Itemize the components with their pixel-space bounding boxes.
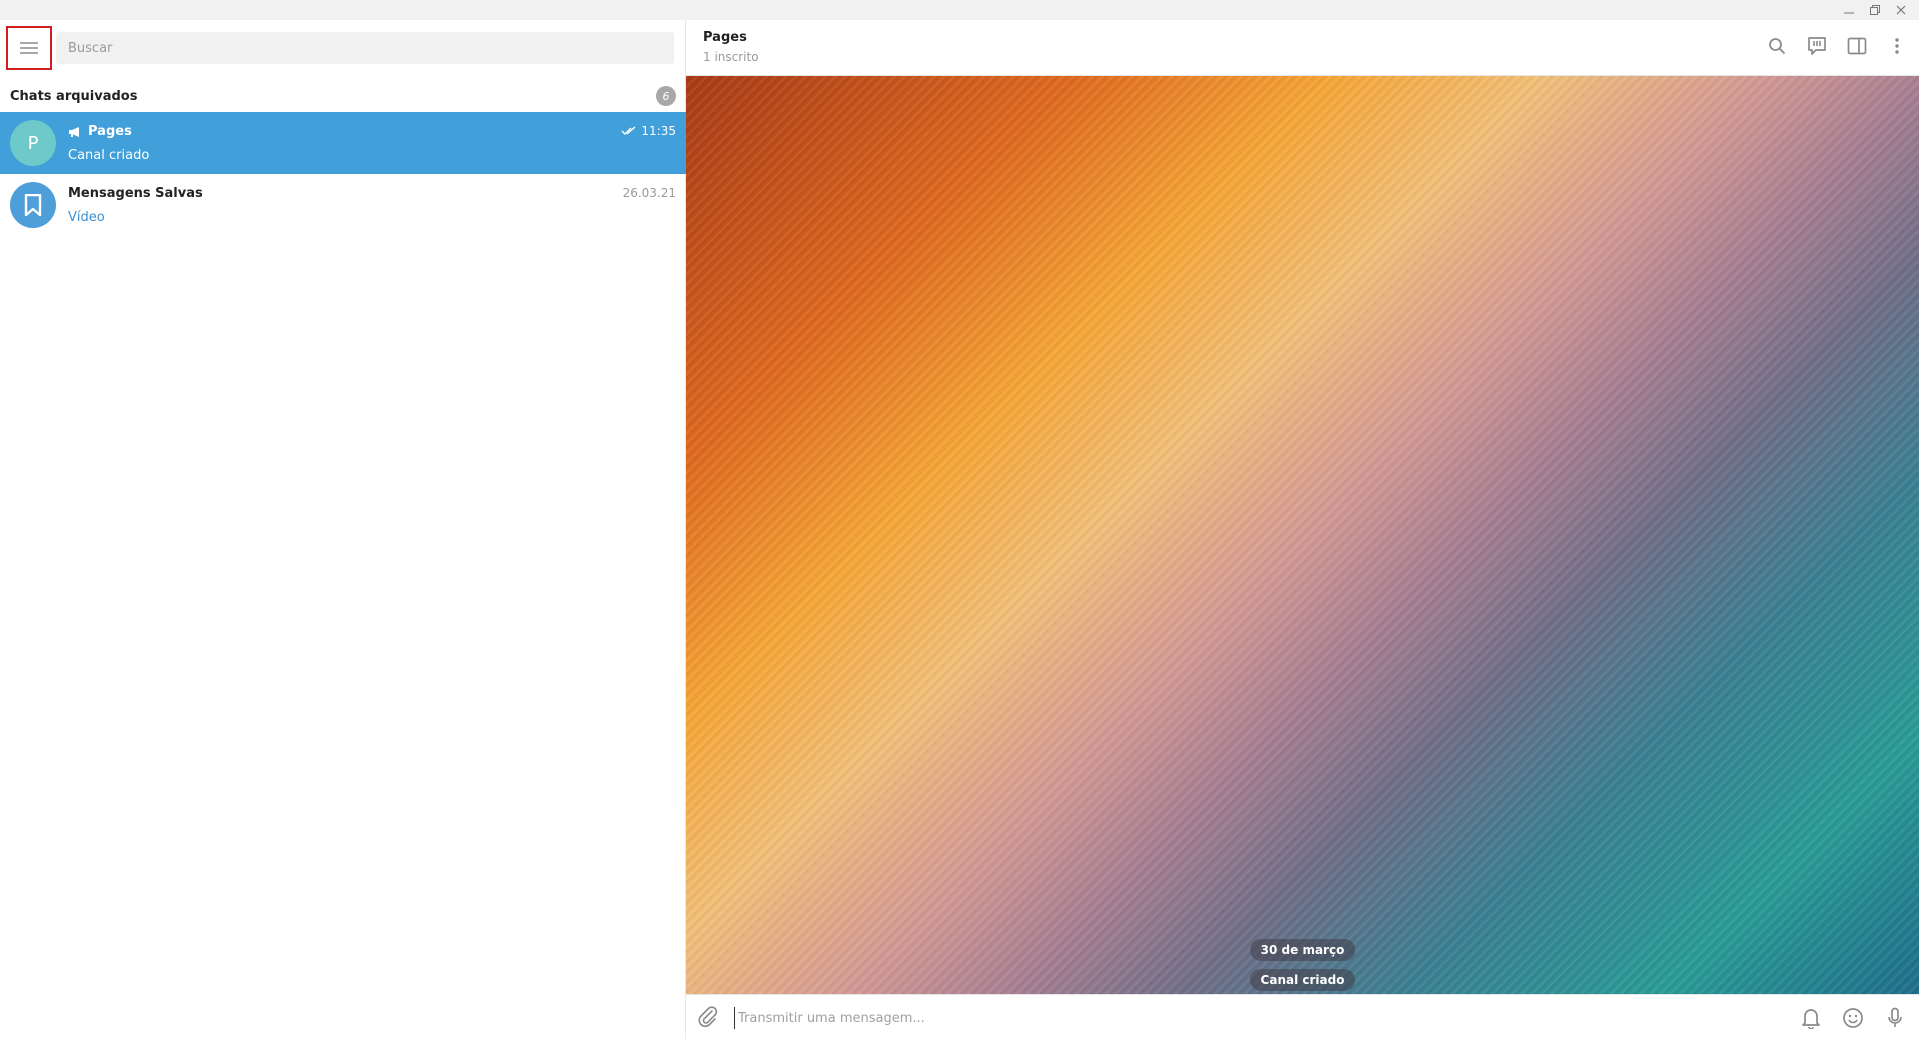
search-input[interactable]: Buscar xyxy=(56,32,674,64)
chat-header: Pages 1 inscrito xyxy=(686,20,1919,76)
attach-icon[interactable] xyxy=(696,1005,720,1029)
date-separator: 30 de março xyxy=(1249,939,1356,961)
notification-bell-icon[interactable] xyxy=(1797,1005,1825,1031)
message-composer xyxy=(686,994,1919,1039)
main-menu-button[interactable] xyxy=(6,26,52,70)
chat-preview: Vídeo xyxy=(68,210,105,225)
chat-item-pages[interactable]: P Pages Canal criado 11:35 xyxy=(0,112,686,174)
archived-chats-title: Chats arquivados xyxy=(10,88,138,104)
chat-name: Mensagens Salvas xyxy=(68,186,203,201)
microphone-icon[interactable] xyxy=(1881,1005,1909,1031)
double-check-icon xyxy=(621,126,636,135)
chat-wallpaper: 30 de março Canal criado xyxy=(686,76,1919,994)
restore-icon[interactable] xyxy=(1867,3,1883,17)
more-options-icon[interactable] xyxy=(1885,34,1909,58)
search-placeholder: Buscar xyxy=(68,40,113,56)
service-message: Canal criado xyxy=(1249,969,1356,991)
bookmark-icon xyxy=(24,194,42,216)
minimize-icon[interactable] xyxy=(1841,3,1857,17)
archived-chats-row[interactable]: Chats arquivados 6 xyxy=(0,80,686,112)
message-input[interactable] xyxy=(734,1007,1634,1029)
chat-time: 26.03.21 xyxy=(622,186,676,200)
search-icon[interactable] xyxy=(1765,34,1789,58)
megaphone-icon xyxy=(69,126,79,137)
chat-name: Pages xyxy=(88,124,132,139)
window-titlebar xyxy=(0,0,1919,20)
chat-title[interactable]: Pages xyxy=(703,30,747,45)
chat-preview: Canal criado xyxy=(68,148,150,163)
close-icon[interactable] xyxy=(1893,3,1909,17)
side-panel-icon[interactable] xyxy=(1845,34,1869,58)
avatar-initial: P xyxy=(27,132,39,154)
discussion-icon[interactable] xyxy=(1805,34,1829,58)
hamburger-icon xyxy=(20,42,38,54)
chat-item-saved-messages[interactable]: Mensagens Salvas Vídeo 26.03.21 xyxy=(0,174,686,236)
sidebar: Buscar Chats arquivados 6 P Pages Canal … xyxy=(0,20,686,1039)
chat-panel: Pages 1 inscrito 30 de março Canal criad… xyxy=(686,20,1919,1039)
avatar xyxy=(10,182,56,228)
chat-time: 11:35 xyxy=(641,124,676,138)
archived-count-badge: 6 xyxy=(656,86,676,106)
avatar: P xyxy=(10,120,56,166)
emoji-icon[interactable] xyxy=(1839,1005,1867,1031)
chat-subtitle: 1 inscrito xyxy=(703,50,759,64)
